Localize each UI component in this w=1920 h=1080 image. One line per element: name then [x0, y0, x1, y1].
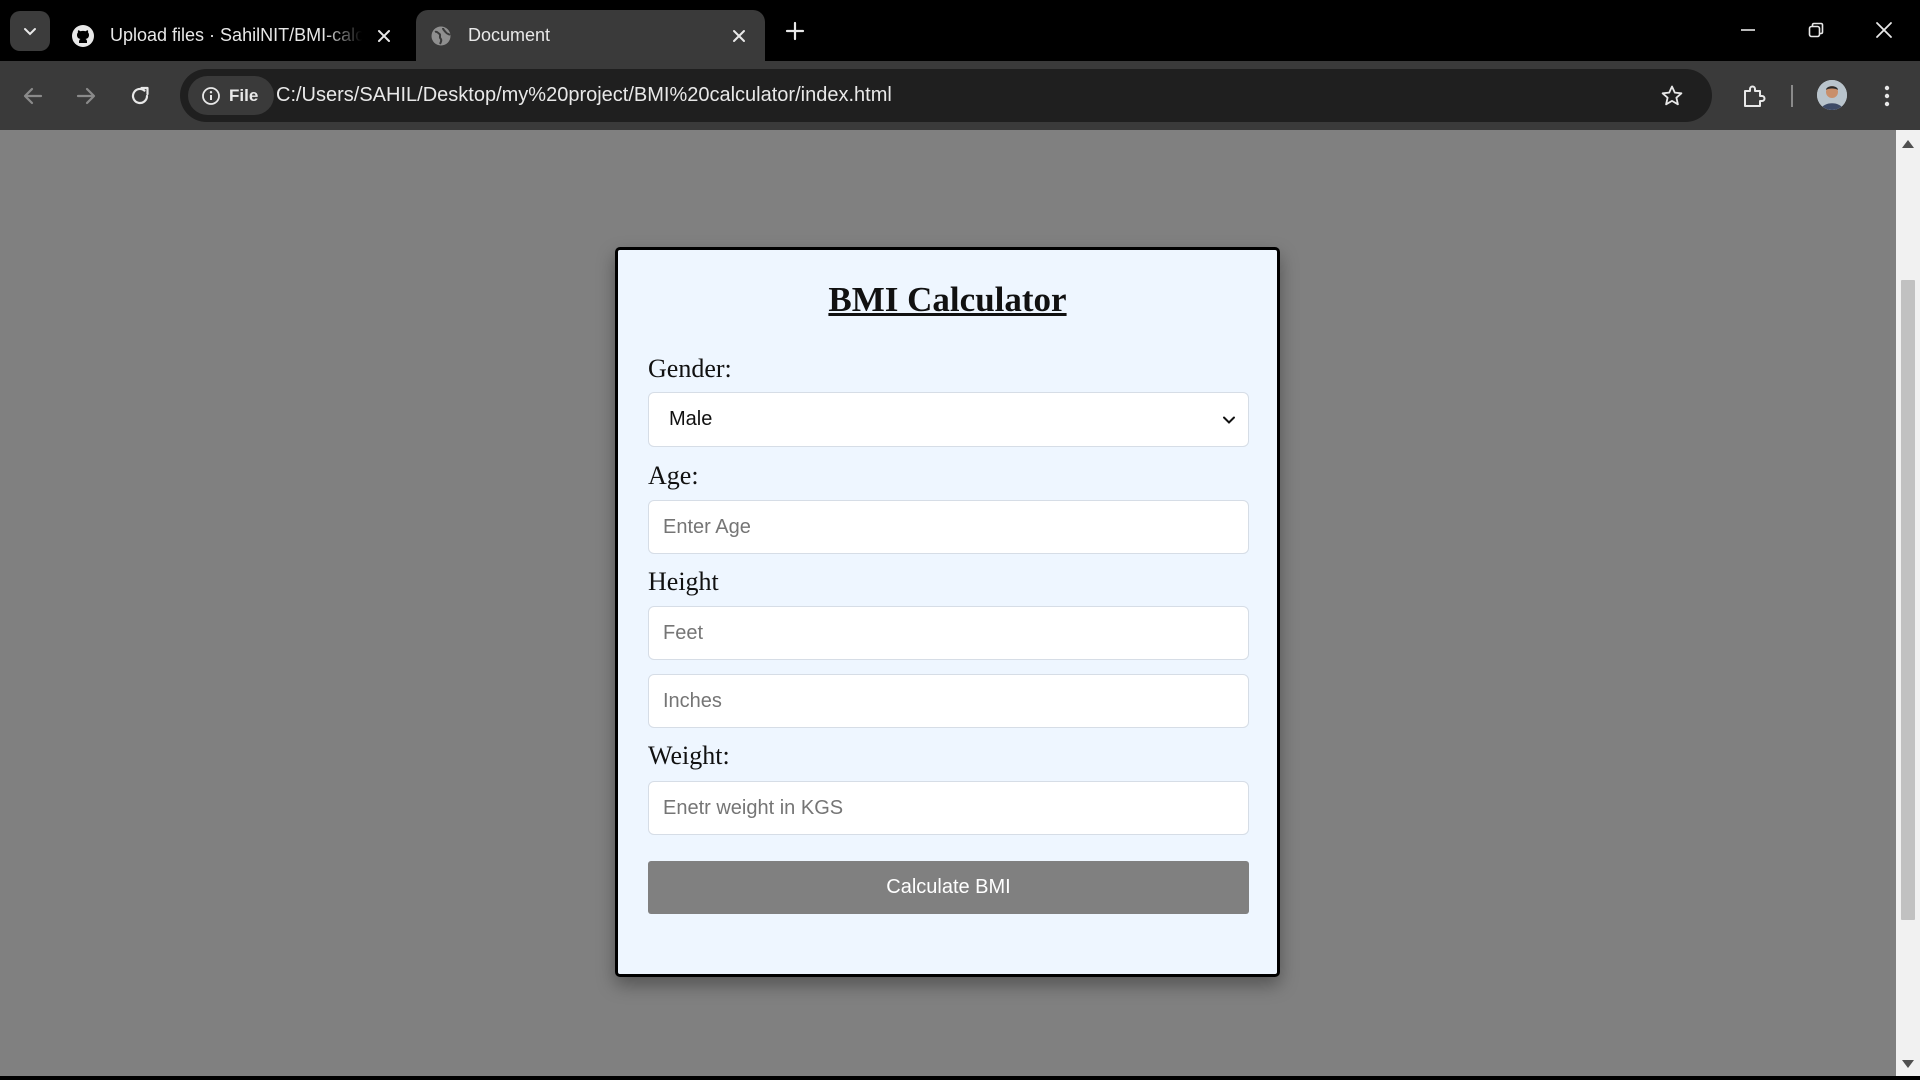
globe-icon [428, 23, 454, 49]
page-title: BMI Calculator [828, 280, 1067, 319]
age-input[interactable] [648, 500, 1249, 554]
tab-document[interactable]: Document [416, 10, 765, 61]
site-info-chip[interactable]: File [188, 76, 274, 115]
browser-toolbar: File C:/Users/SAHIL/Desktop/my%20project… [0, 61, 1920, 130]
new-tab-button[interactable] [780, 16, 810, 46]
arrow-right-icon [76, 87, 96, 105]
tab-title: Upload files · SahilNIT/BMI-calculator [110, 25, 362, 45]
close-icon[interactable] [370, 22, 398, 50]
tab-title: Document [468, 25, 551, 45]
toolbar-divider [1791, 85, 1793, 107]
profile-avatar[interactable] [1817, 80, 1847, 110]
info-icon [200, 85, 222, 107]
weight-input[interactable] [648, 781, 1249, 835]
url-text[interactable]: C:/Users/SAHIL/Desktop/my%20project/BMI%… [276, 69, 892, 122]
height-label: Height [648, 567, 719, 596]
restore-icon [1808, 22, 1824, 38]
plus-icon [785, 21, 805, 41]
height-feet-input[interactable] [648, 606, 1249, 660]
chevron-down-icon [1220, 411, 1238, 429]
scroll-down-arrow-icon[interactable] [1902, 1060, 1914, 1068]
arrow-left-icon [23, 87, 43, 105]
close-icon[interactable] [725, 22, 753, 50]
tab-strip: Upload files · SahilNIT/BMI-calculator D… [0, 0, 1920, 61]
gender-selected-value: Male [669, 408, 713, 430]
window-close-button[interactable] [1864, 13, 1904, 47]
age-label: Age: [648, 461, 699, 490]
reload-button[interactable] [121, 77, 159, 115]
close-icon [1876, 22, 1892, 38]
chevron-down-icon [24, 28, 36, 36]
page-viewport: BMI Calculator Gender: Male Age: Height … [0, 130, 1896, 1076]
bookmark-star-icon[interactable] [1657, 81, 1687, 111]
tab-search-button[interactable] [10, 11, 50, 51]
bmi-calculator-card: BMI Calculator Gender: Male Age: Height … [615, 247, 1280, 977]
weight-label: Weight: [648, 741, 730, 770]
back-button[interactable] [14, 77, 52, 115]
address-bar[interactable]: File C:/Users/SAHIL/Desktop/my%20project… [180, 69, 1712, 122]
window-bottom-edge [0, 1076, 1920, 1080]
reload-icon [131, 86, 149, 105]
restore-button[interactable] [1796, 13, 1836, 47]
minimize-icon [1741, 29, 1755, 31]
more-vertical-icon[interactable] [1872, 78, 1902, 114]
gender-label: Gender: [648, 354, 732, 383]
gender-select[interactable]: Male [648, 392, 1249, 447]
tab-github-upload[interactable]: Upload files · SahilNIT/BMI-calculator [58, 10, 410, 61]
minimize-button[interactable] [1728, 13, 1768, 47]
forward-button[interactable] [67, 77, 105, 115]
scrollbar-thumb[interactable] [1901, 280, 1915, 920]
github-icon [70, 23, 96, 49]
height-inches-input[interactable] [648, 674, 1249, 728]
scroll-up-arrow-icon[interactable] [1902, 140, 1914, 148]
page-scrollbar[interactable] [1896, 130, 1920, 1076]
scheme-label: File [229, 85, 259, 105]
extensions-puzzle-icon[interactable] [1736, 78, 1772, 114]
calculate-bmi-button[interactable]: Calculate BMI [648, 861, 1249, 914]
